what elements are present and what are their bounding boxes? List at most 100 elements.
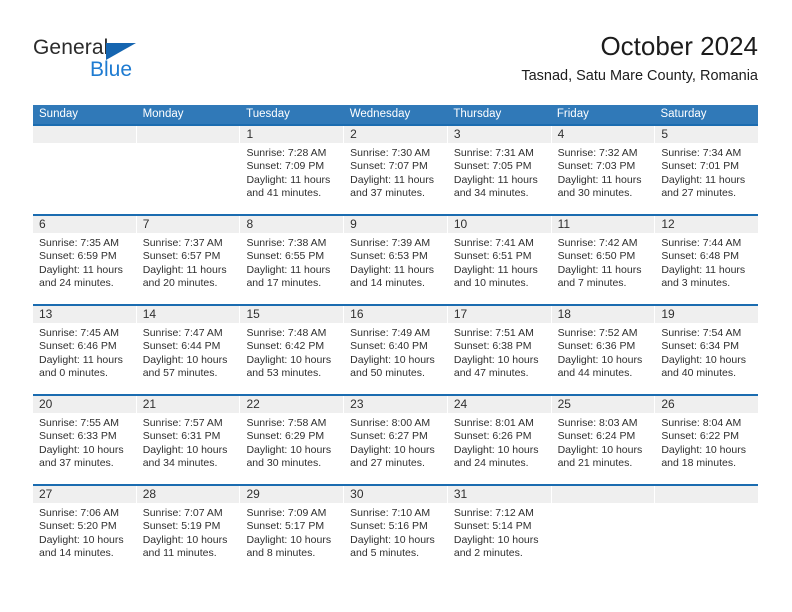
calendar-day-cell[interactable]: 19 Sunrise: 7:54 AM Sunset: 6:34 PM Dayligh… <box>655 306 759 394</box>
daylight-text-line1: Daylight: 10 hours <box>142 353 228 366</box>
day-details: Sunrise: 7:47 AM Sunset: 6:44 PM Daylight:… <box>137 323 240 381</box>
day-number-band: 21 <box>136 396 240 413</box>
calendar-day-cell[interactable]: 26 Sunrise: 8:04 AM Sunset: 6:22 PM Dayligh… <box>655 396 759 484</box>
calendar-day-cell[interactable]: 23 Sunrise: 8:00 AM Sunset: 6:27 PM Dayligh… <box>344 396 448 484</box>
calendar-page: General Blue October 2024 Tasnad, Satu M… <box>0 0 792 612</box>
daylight-text-line1: Daylight: 11 hours <box>246 263 331 276</box>
day-number: 15 <box>246 307 260 321</box>
day-number: 9 <box>350 217 357 231</box>
calendar-day-cell[interactable]: 3 Sunrise: 7:31 AM Sunset: 7:05 PM Daylight… <box>447 126 552 214</box>
sunrise-text: Sunrise: 7:12 AM <box>453 507 534 519</box>
day-details: Sunrise: 7:10 AM Sunset: 5:16 PM Daylight:… <box>344 503 447 561</box>
calendar-day-cell[interactable]: 30 Sunrise: 7:10 AM Sunset: 5:16 PM Dayligh… <box>344 486 448 574</box>
sunrise-text: Sunrise: 7:44 AM <box>661 237 742 249</box>
calendar-day-cell[interactable]: 27 Sunrise: 7:06 AM Sunset: 5:20 PM Dayligh… <box>33 486 137 574</box>
sunrise-text: Sunrise: 7:58 AM <box>246 417 327 429</box>
calendar-day-cell[interactable]: 12 Sunrise: 7:44 AM Sunset: 6:48 PM Dayligh… <box>655 216 759 304</box>
daylight-text-line1: Daylight: 10 hours <box>661 353 746 366</box>
sunset-text: Sunset: 6:59 PM <box>39 250 117 263</box>
day-details: Sunrise: 8:00 AM Sunset: 6:27 PM Daylight:… <box>344 413 447 471</box>
calendar-day-cell[interactable]: 24 Sunrise: 8:01 AM Sunset: 6:26 PM Dayligh… <box>447 396 552 484</box>
calendar-day-cell[interactable]: 5 Sunrise: 7:34 AM Sunset: 7:01 PM Daylight… <box>655 126 759 214</box>
calendar-day-cell[interactable]: 6 Sunrise: 7:35 AM Sunset: 6:59 PM Daylight… <box>33 216 137 304</box>
sunset-text: Sunset: 7:01 PM <box>661 160 739 173</box>
calendar-day-cell[interactable]: 25 Sunrise: 8:03 AM Sunset: 6:24 PM Dayligh… <box>551 396 656 484</box>
day-details: Sunrise: 7:38 AM Sunset: 6:55 PM Daylight:… <box>240 233 343 291</box>
sunset-text: Sunset: 7:05 PM <box>453 160 532 173</box>
calendar-day-cell[interactable]: 10 Sunrise: 7:41 AM Sunset: 6:51 PM Dayligh… <box>447 216 552 304</box>
calendar-day-cell[interactable]: 9 Sunrise: 7:39 AM Sunset: 6:53 PM Daylight… <box>344 216 448 304</box>
calendar-day-cell[interactable]: 21 Sunrise: 7:57 AM Sunset: 6:31 PM Dayligh… <box>136 396 241 484</box>
calendar-day-cell[interactable]: 2 Sunrise: 7:30 AM Sunset: 7:07 PM Daylight… <box>344 126 448 214</box>
sunrise-text: Sunrise: 7:57 AM <box>142 417 223 429</box>
sunset-text: Sunset: 7:03 PM <box>557 160 636 173</box>
daylight-text-line1: Daylight: 10 hours <box>246 443 332 456</box>
day-details: Sunrise: 7:07 AM Sunset: 5:19 PM Daylight:… <box>137 503 240 561</box>
calendar-week-row: 13 Sunrise: 7:45 AM Sunset: 6:46 PM Dayligh… <box>33 304 759 394</box>
sunrise-text: Sunrise: 7:52 AM <box>557 327 638 339</box>
daylight-text-line2: and 10 minutes. <box>453 277 529 290</box>
calendar-week-row: 27 Sunrise: 7:06 AM Sunset: 5:20 PM Dayligh… <box>33 484 759 574</box>
calendar-day-cell[interactable]: 11 Sunrise: 7:42 AM Sunset: 6:50 PM Dayligh… <box>551 216 656 304</box>
daylight-text-line2: and 57 minutes. <box>142 367 218 380</box>
day-number: 31 <box>453 487 468 501</box>
day-number-band: 17 <box>447 306 551 323</box>
page-header: General Blue October 2024 Tasnad, Satu M… <box>33 30 758 96</box>
page-subtitle: Tasnad, Satu Mare County, Romania <box>521 68 758 84</box>
sunrise-text: Sunrise: 7:47 AM <box>142 327 223 339</box>
calendar-day-cell[interactable]: 29 Sunrise: 7:09 AM Sunset: 5:17 PM Dayligh… <box>240 486 345 574</box>
calendar-day-cell[interactable]: 8 Sunrise: 7:38 AM Sunset: 6:55 PM Daylight… <box>240 216 345 304</box>
day-number-band: 15 <box>240 306 344 323</box>
calendar-day-cell[interactable]: 13 Sunrise: 7:45 AM Sunset: 6:46 PM Dayligh… <box>33 306 137 394</box>
calendar-day-cell[interactable]: 16 Sunrise: 7:49 AM Sunset: 6:40 PM Dayligh… <box>344 306 448 394</box>
day-number: 27 <box>39 487 53 501</box>
daylight-text-line2: and 44 minutes. <box>557 367 633 380</box>
calendar-week-row: 20 Sunrise: 7:55 AM Sunset: 6:33 PM Dayligh… <box>33 394 759 484</box>
day-number-band: 19 <box>655 306 759 323</box>
daylight-text-line2: and 24 minutes. <box>39 277 114 290</box>
sunrise-text: Sunrise: 7:06 AM <box>39 507 119 519</box>
calendar-day-cell[interactable]: 1 Sunrise: 7:28 AM Sunset: 7:09 PM Daylight… <box>240 126 345 214</box>
daylight-text-line1: Daylight: 10 hours <box>142 533 228 546</box>
calendar-day-cell[interactable]: 28 Sunrise: 7:07 AM Sunset: 5:19 PM Dayligh… <box>136 486 241 574</box>
day-number-band: 26 <box>655 396 759 413</box>
day-number: 20 <box>39 397 53 411</box>
daylight-text-line1: Daylight: 10 hours <box>39 533 124 546</box>
calendar-day-cell[interactable]: 15 Sunrise: 7:48 AM Sunset: 6:42 PM Dayligh… <box>240 306 345 394</box>
day-details: Sunrise: 7:44 AM Sunset: 6:48 PM Daylight:… <box>655 233 758 291</box>
daylight-text-line2: and 27 minutes. <box>350 457 425 470</box>
daylight-text-line1: Daylight: 10 hours <box>557 443 643 456</box>
calendar-day-cell[interactable]: 31 Sunrise: 7:12 AM Sunset: 5:14 PM Dayligh… <box>447 486 552 574</box>
calendar-day-cell[interactable]: 4 Sunrise: 7:32 AM Sunset: 7:03 PM Daylight… <box>551 126 656 214</box>
daylight-text-line1: Daylight: 11 hours <box>453 173 538 186</box>
calendar-day-cell[interactable]: 14 Sunrise: 7:47 AM Sunset: 6:44 PM Dayligh… <box>136 306 241 394</box>
daylight-text-line2: and 50 minutes. <box>350 367 425 380</box>
daylight-text-line1: Daylight: 10 hours <box>661 443 746 456</box>
day-details: Sunrise: 7:51 AM Sunset: 6:38 PM Daylight:… <box>448 323 551 381</box>
day-number: 22 <box>246 397 260 411</box>
sunset-text: Sunset: 6:24 PM <box>557 430 636 443</box>
sunset-text: Sunset: 6:50 PM <box>557 250 636 263</box>
day-number: 16 <box>350 307 364 321</box>
sunset-text: Sunset: 5:19 PM <box>142 520 221 533</box>
day-number: 3 <box>453 127 461 141</box>
week-cells: 13 Sunrise: 7:45 AM Sunset: 6:46 PM Dayligh… <box>33 306 759 394</box>
daylight-text-line1: Daylight: 11 hours <box>246 173 331 186</box>
day-details: Sunrise: 7:31 AM Sunset: 7:05 PM Daylight:… <box>448 143 551 201</box>
calendar-day-cell[interactable]: 17 Sunrise: 7:51 AM Sunset: 6:38 PM Dayligh… <box>447 306 552 394</box>
day-details: Sunrise: 7:48 AM Sunset: 6:42 PM Daylight:… <box>240 323 343 381</box>
daylight-text-line1: Daylight: 11 hours <box>350 173 435 186</box>
day-details: Sunrise: 7:55 AM Sunset: 6:33 PM Daylight:… <box>33 413 136 471</box>
calendar-day-cell[interactable]: 22 Sunrise: 7:58 AM Sunset: 6:29 PM Dayligh… <box>240 396 345 484</box>
day-number-band: 1 <box>240 126 344 143</box>
calendar-day-cell[interactable]: 20 Sunrise: 7:55 AM Sunset: 6:33 PM Dayligh… <box>33 396 137 484</box>
daylight-text-line1: Daylight: 10 hours <box>246 533 332 546</box>
sunrise-text: Sunrise: 8:00 AM <box>350 417 431 429</box>
day-number-band: 8 <box>240 216 344 233</box>
calendar-day-cell[interactable]: 18 Sunrise: 7:52 AM Sunset: 6:36 PM Dayligh… <box>551 306 656 394</box>
day-number-band <box>655 486 759 503</box>
general-blue-logo[interactable]: General Blue <box>33 36 223 92</box>
calendar-day-cell[interactable]: 7 Sunrise: 7:37 AM Sunset: 6:57 PM Daylight… <box>136 216 241 304</box>
sunset-text: Sunset: 6:34 PM <box>661 340 739 353</box>
daylight-text-line2: and 40 minutes. <box>661 367 737 380</box>
